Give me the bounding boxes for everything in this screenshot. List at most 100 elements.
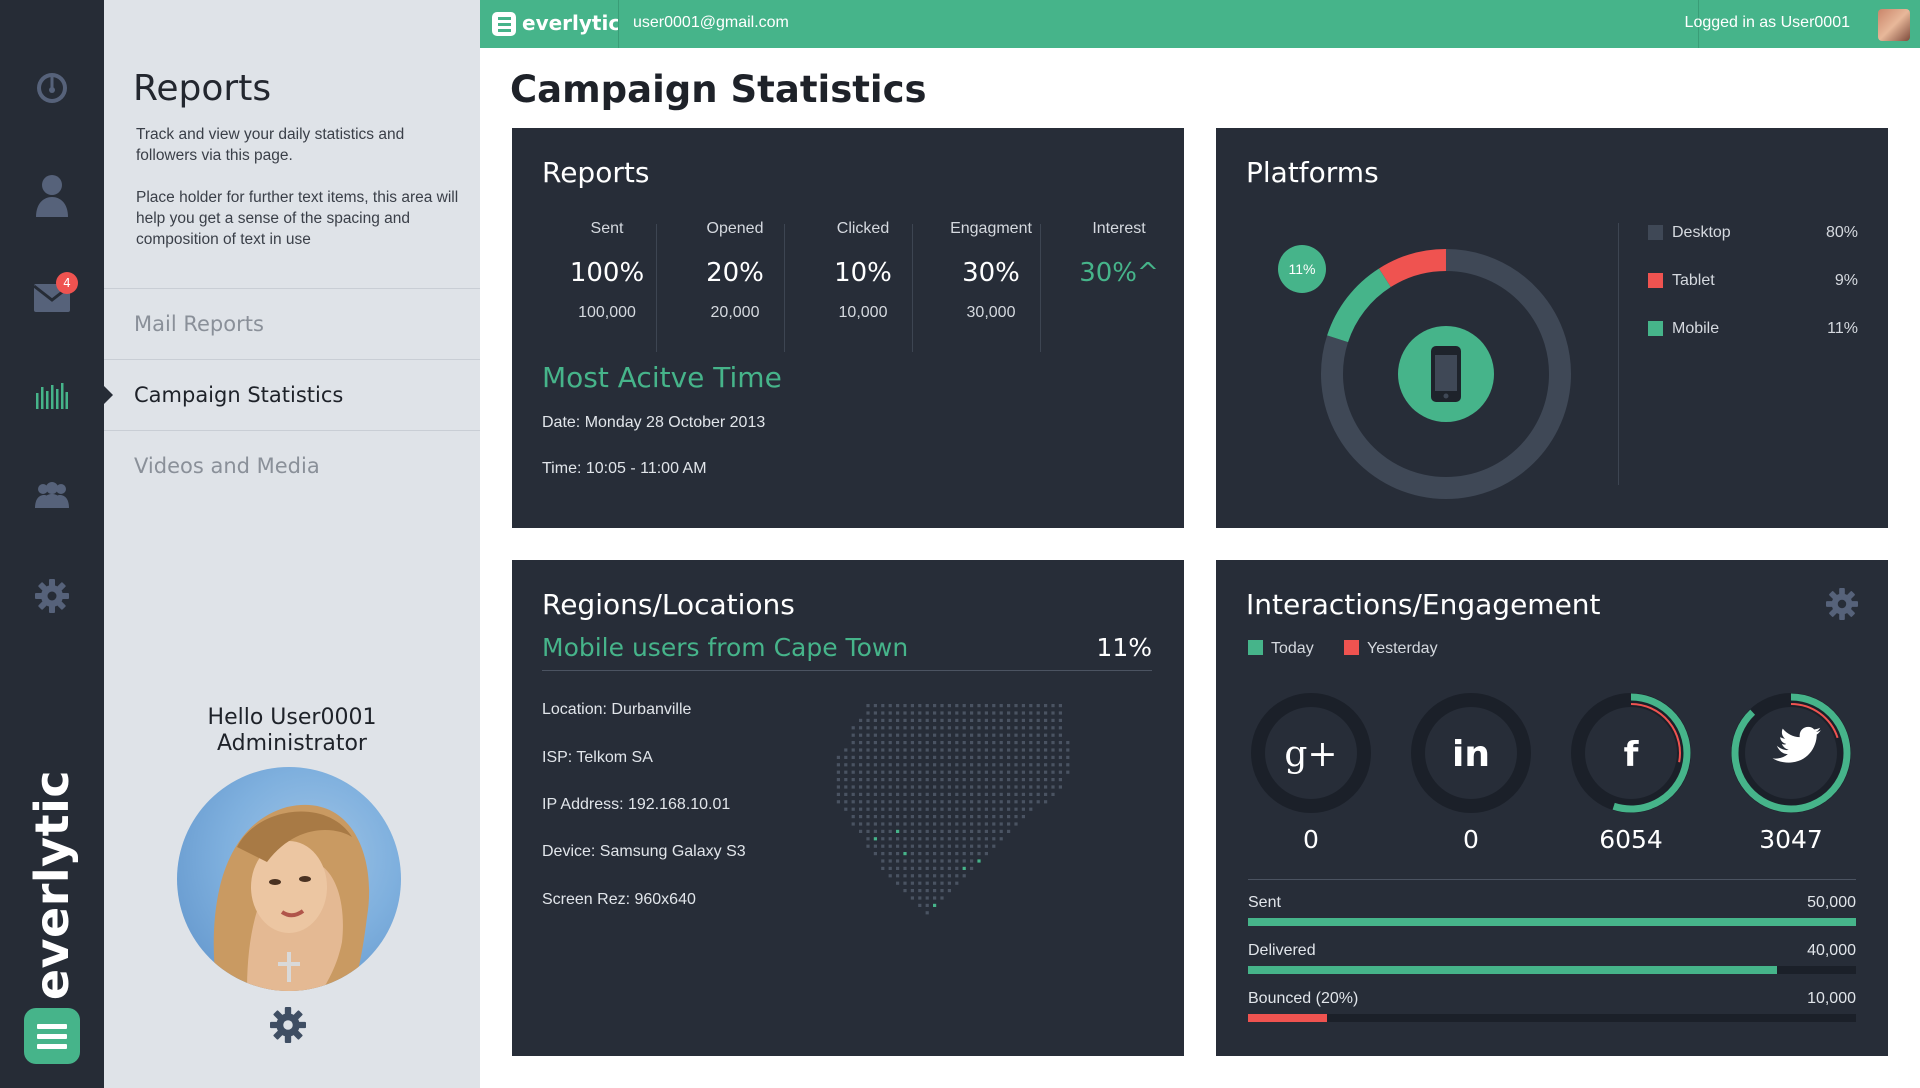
interactions-settings-gear-icon[interactable] bbox=[1826, 588, 1858, 620]
most-active-time: Time: 10:05 - 11:00 AM bbox=[542, 460, 707, 477]
map-dot bbox=[1036, 785, 1040, 789]
map-dot bbox=[881, 755, 885, 759]
sidebar-item-videos-and-media[interactable]: Videos and Media bbox=[104, 430, 480, 501]
map-dot bbox=[992, 704, 996, 708]
map-dot bbox=[1029, 770, 1033, 774]
icon-rail: 4 everlytic bbox=[0, 0, 104, 1088]
map-dot bbox=[940, 792, 944, 796]
map-dot bbox=[970, 704, 974, 708]
map-dot bbox=[866, 785, 870, 789]
map-dot bbox=[896, 844, 900, 848]
map-dot bbox=[970, 792, 974, 796]
map-dot bbox=[1007, 785, 1011, 789]
mail-icon[interactable]: 4 bbox=[22, 268, 82, 328]
platforms-card: Platforms 11% Desktop 80% Tablet 9% Mobi… bbox=[1216, 128, 1888, 528]
map-dot bbox=[903, 778, 907, 782]
map-dot bbox=[999, 807, 1003, 811]
sidebar-desc-1: Track and view your daily statistics and… bbox=[136, 126, 405, 164]
map-dot bbox=[1044, 748, 1048, 752]
topbar-logo-icon[interactable] bbox=[492, 12, 516, 36]
topbar-brand[interactable]: everlytic bbox=[522, 11, 620, 35]
map-dot bbox=[888, 792, 892, 796]
map-dot bbox=[910, 866, 914, 870]
sidebar-item-mail-reports[interactable]: Mail Reports bbox=[104, 288, 480, 359]
map-dot bbox=[910, 815, 914, 819]
logged-in-label[interactable]: Logged in as User0001 bbox=[1685, 14, 1850, 32]
map-dot bbox=[903, 881, 907, 885]
map-dot bbox=[955, 829, 959, 833]
map-dot bbox=[888, 815, 892, 819]
user-icon[interactable] bbox=[22, 165, 82, 225]
map-dot bbox=[836, 763, 840, 767]
map-dot bbox=[925, 903, 929, 907]
google-plus-ring[interactable]: g+ bbox=[1246, 688, 1376, 818]
map-dot bbox=[1014, 792, 1018, 796]
twitter-ring[interactable] bbox=[1726, 688, 1856, 818]
map-dot bbox=[866, 718, 870, 722]
map-dot bbox=[947, 844, 951, 848]
map-dot bbox=[918, 844, 922, 848]
map-dot bbox=[933, 733, 937, 737]
map-dot bbox=[866, 829, 870, 833]
map-dot bbox=[940, 741, 944, 745]
gear-icon[interactable] bbox=[22, 566, 82, 626]
donut-segment-tablet[interactable] bbox=[1379, 249, 1447, 288]
map-dot bbox=[888, 770, 892, 774]
map-dot bbox=[984, 800, 988, 804]
map-dot bbox=[1007, 726, 1011, 730]
sidebar-item-campaign-statistics[interactable]: Campaign Statistics bbox=[104, 359, 480, 430]
map-dot bbox=[955, 741, 959, 745]
map-dot bbox=[962, 778, 966, 782]
map-dot bbox=[925, 778, 929, 782]
group-icon[interactable] bbox=[22, 465, 82, 525]
map-dot bbox=[859, 718, 863, 722]
facebook-ring[interactable]: f bbox=[1566, 688, 1696, 818]
map-dot bbox=[1029, 763, 1033, 767]
bar-chart-icon[interactable] bbox=[22, 366, 82, 426]
map-dot bbox=[940, 837, 944, 841]
map-dot bbox=[873, 763, 877, 767]
map-dot bbox=[910, 770, 914, 774]
sidebar-desc-2: Place holder for further text items, thi… bbox=[136, 189, 459, 248]
map-dot bbox=[1058, 726, 1062, 730]
map-dot bbox=[992, 829, 996, 833]
map-dot bbox=[955, 807, 959, 811]
map-dot bbox=[999, 800, 1003, 804]
map-dot bbox=[947, 800, 951, 804]
map-dot bbox=[984, 829, 988, 833]
mobile-phone-icon bbox=[1431, 346, 1461, 402]
map-dot bbox=[955, 866, 959, 870]
map-dot bbox=[888, 807, 892, 811]
region-dot-map[interactable] bbox=[822, 700, 1162, 1040]
map-dot bbox=[992, 741, 996, 745]
map-dot bbox=[1021, 815, 1025, 819]
map-dot bbox=[977, 711, 981, 715]
donut-segment-mobile[interactable] bbox=[1327, 268, 1392, 343]
map-dot bbox=[888, 866, 892, 870]
profile-settings-gear-icon[interactable] bbox=[270, 1007, 306, 1043]
avatar[interactable] bbox=[177, 767, 401, 991]
map-dot bbox=[947, 859, 951, 863]
map-dot bbox=[955, 881, 959, 885]
map-dot bbox=[947, 829, 951, 833]
map-dot bbox=[836, 792, 840, 796]
map-dot bbox=[910, 748, 914, 752]
map-dot bbox=[881, 711, 885, 715]
map-dot bbox=[881, 807, 885, 811]
map-dot bbox=[977, 755, 981, 759]
map-dot bbox=[925, 844, 929, 848]
everlytic-logo-icon[interactable] bbox=[24, 1008, 80, 1064]
linkedin-ring[interactable]: in bbox=[1406, 688, 1536, 818]
dashboard-gauge-icon[interactable] bbox=[22, 58, 82, 118]
map-dot bbox=[1036, 748, 1040, 752]
stat-count: 100,000 bbox=[578, 304, 636, 321]
stat-label: Engagment bbox=[950, 220, 1032, 237]
map-dot bbox=[888, 859, 892, 863]
map-dot bbox=[851, 792, 855, 796]
map-dot bbox=[873, 711, 877, 715]
map-dot bbox=[859, 748, 863, 752]
map-dot bbox=[896, 852, 900, 856]
map-dot bbox=[947, 718, 951, 722]
map-dot bbox=[873, 778, 877, 782]
topbar-avatar[interactable] bbox=[1878, 9, 1910, 41]
